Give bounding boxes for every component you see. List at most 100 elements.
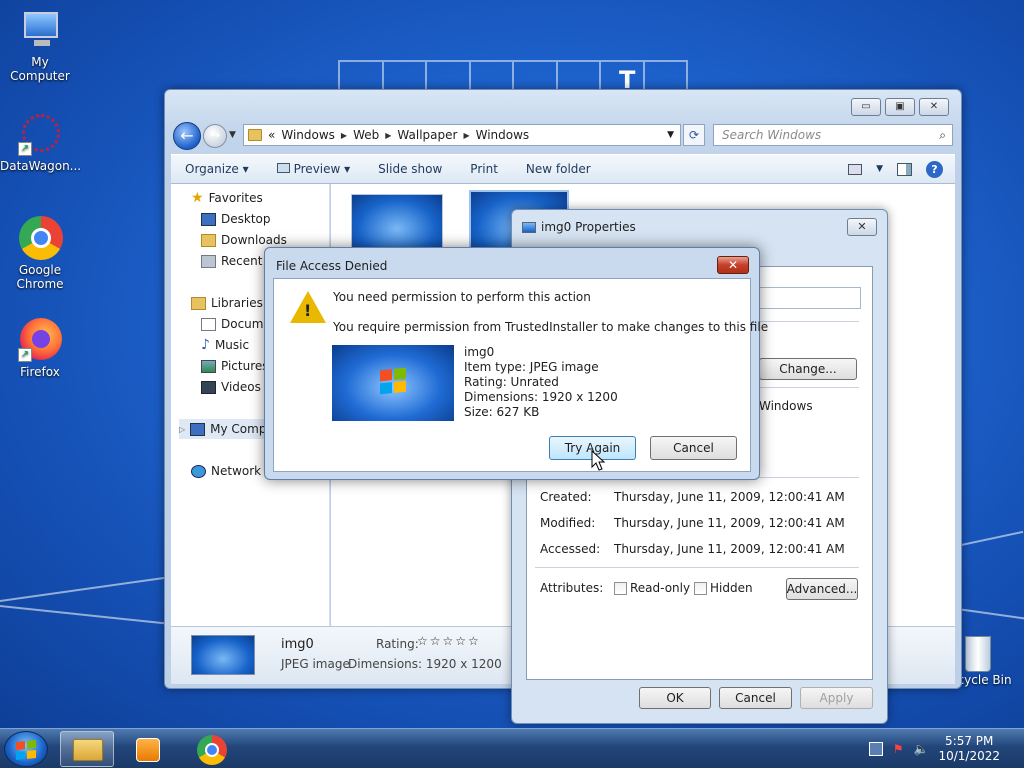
forward-button[interactable]: → — [203, 124, 227, 148]
search-icon[interactable]: ⌕ — [939, 125, 946, 145]
help-icon[interactable]: ? — [926, 160, 943, 178]
breadcrumb-windows-current[interactable]: Windows — [476, 128, 530, 142]
taskbar-explorer[interactable] — [60, 731, 114, 767]
preview-pane-icon[interactable] — [897, 162, 912, 176]
desktop-icon-datawagon[interactable]: ↗ DataWagon... — [0, 112, 81, 173]
file-preview-thumbnail — [332, 345, 454, 421]
breadcrumb-separator-icon[interactable]: ▶ — [463, 131, 469, 140]
search-placeholder: Search Windows — [722, 128, 822, 142]
file-item-type: Item type: JPEG image — [464, 360, 599, 374]
system-tray: ⚑ 🔈 5:57 PM 10/1/2022 — [868, 729, 1024, 768]
folder-icon — [248, 129, 262, 141]
documents-icon — [201, 317, 216, 331]
libraries-icon — [191, 296, 206, 310]
attributes-label: Attributes: — [540, 581, 604, 595]
address-bar[interactable]: « Windows ▶ Web ▶ Wallpaper ▶ Windows ▼ — [243, 124, 681, 146]
minimize-button[interactable]: ▭ — [851, 98, 881, 116]
dialog-body: ! You need permission to perform this ac… — [273, 278, 768, 472]
new-folder-button[interactable]: New folder — [512, 162, 605, 176]
breadcrumb-separator-icon[interactable]: ▶ — [385, 131, 391, 140]
search-input[interactable]: Search Windows ⌕ — [713, 124, 953, 146]
organize-button[interactable]: Organize ▾ — [171, 162, 263, 176]
desktop-icon-label: Firefox — [20, 365, 60, 379]
taskbar-media-player[interactable] — [120, 731, 174, 767]
wallpaper-grid — [338, 60, 688, 92]
nav-music[interactable]: ♪ Music — [201, 335, 249, 355]
change-button[interactable]: Change... — [759, 358, 857, 380]
window-caption-buttons: ▭ ▣ ✕ — [851, 98, 949, 116]
file-rating: Rating: Unrated — [464, 375, 559, 389]
view-chevron-down-icon[interactable]: ▼ — [876, 164, 883, 174]
back-button[interactable]: ← — [173, 122, 201, 150]
light-beam — [0, 576, 169, 602]
readonly-label[interactable]: Read-only — [630, 581, 690, 595]
nav-favorites[interactable]: ★ Favorites — [191, 188, 263, 208]
desktop-icon-chrome[interactable]: Google Chrome — [0, 216, 80, 291]
computer-icon — [190, 422, 206, 436]
maximize-button[interactable]: ▣ — [885, 98, 915, 116]
hidden-label[interactable]: Hidden — [710, 581, 753, 595]
dialog-close-button[interactable]: ✕ — [717, 256, 749, 274]
properties-close-button[interactable]: ✕ — [847, 218, 877, 236]
clock-time: 5:57 PM — [945, 734, 994, 748]
breadcrumb-web[interactable]: Web — [353, 128, 379, 142]
nav-label: Downloads — [221, 233, 287, 247]
file-thumbnail[interactable] — [351, 194, 443, 252]
windows-logo-icon — [380, 367, 406, 395]
refresh-button[interactable]: ⟳ — [683, 124, 705, 146]
print-button[interactable]: Print — [456, 162, 512, 176]
details-file-type: JPEG image — [281, 657, 350, 671]
nav-network[interactable]: Network — [191, 461, 261, 481]
start-button[interactable] — [4, 731, 48, 767]
media-player-icon — [136, 738, 160, 762]
ok-button[interactable]: OK — [639, 687, 711, 709]
details-dimensions: Dimensions: 1920 x 1200 — [348, 657, 502, 671]
breadcrumb-windows[interactable]: Windows — [281, 128, 335, 142]
readonly-checkbox[interactable] — [614, 582, 627, 595]
file-access-denied-dialog[interactable]: File Access Denied ✕ ! You need permissi… — [264, 247, 768, 480]
divider — [759, 321, 859, 322]
taskbar-chrome[interactable] — [184, 731, 238, 767]
nav-libraries[interactable]: Libraries — [191, 293, 263, 313]
address-dropdown-chevron-down-icon[interactable]: ▼ — [667, 130, 674, 140]
network-tray-icon[interactable] — [868, 742, 883, 756]
nav-label: Libraries — [211, 296, 263, 310]
desktop-icon-my-computer[interactable]: My Computer — [0, 8, 80, 83]
details-thumbnail — [191, 635, 255, 675]
shortcut-arrow-icon: ↗ — [18, 348, 32, 362]
preview-button[interactable]: Preview ▾ — [263, 162, 365, 176]
address-overflow[interactable]: « — [268, 128, 275, 142]
slideshow-button[interactable]: Slide show — [364, 162, 456, 176]
action-center-flag-icon[interactable]: ⚑ — [893, 742, 904, 756]
clock-date: 10/1/2022 — [938, 749, 1000, 763]
desktop-icon-firefox[interactable]: ↗ Firefox — [0, 318, 80, 379]
dialog-cancel-button[interactable]: Cancel — [650, 436, 737, 460]
volume-icon[interactable]: 🔈 — [914, 742, 929, 756]
windows-logo-icon — [16, 739, 36, 761]
clock[interactable]: 5:57 PM 10/1/2022 — [938, 734, 1000, 764]
apply-button[interactable]: Apply — [800, 687, 873, 709]
chrome-icon — [18, 216, 63, 260]
close-button[interactable]: ✕ — [919, 98, 949, 116]
cancel-button[interactable]: Cancel — [719, 687, 792, 709]
recent-pages-chevron-down-icon[interactable]: ▼ — [229, 130, 236, 140]
rating-stars[interactable]: ☆☆☆☆☆ — [417, 634, 481, 648]
recent-places-icon — [201, 254, 216, 268]
datawagon-icon: ↗ — [18, 112, 62, 156]
mouse-cursor-icon — [591, 450, 606, 471]
nav-desktop[interactable]: Desktop — [201, 209, 271, 229]
properties-title-text: img0 Properties — [541, 220, 636, 234]
nav-videos[interactable]: Videos — [201, 377, 261, 397]
breadcrumb-separator-icon[interactable]: ▶ — [341, 131, 347, 140]
file-size: Size: 627 KB — [464, 405, 540, 419]
accessed-label: Accessed: — [540, 542, 601, 556]
nav-label: Pictures — [221, 359, 269, 373]
breadcrumb-wallpaper[interactable]: Wallpaper — [397, 128, 457, 142]
advanced-button[interactable]: Advanced... — [786, 578, 858, 600]
hidden-checkbox[interactable] — [694, 582, 707, 595]
desktop-icon — [201, 212, 216, 226]
view-options-icon[interactable] — [848, 163, 863, 175]
pictures-icon — [201, 359, 216, 373]
file-name-input[interactable] — [759, 287, 861, 309]
warning-icon-mark: ! — [304, 301, 312, 320]
